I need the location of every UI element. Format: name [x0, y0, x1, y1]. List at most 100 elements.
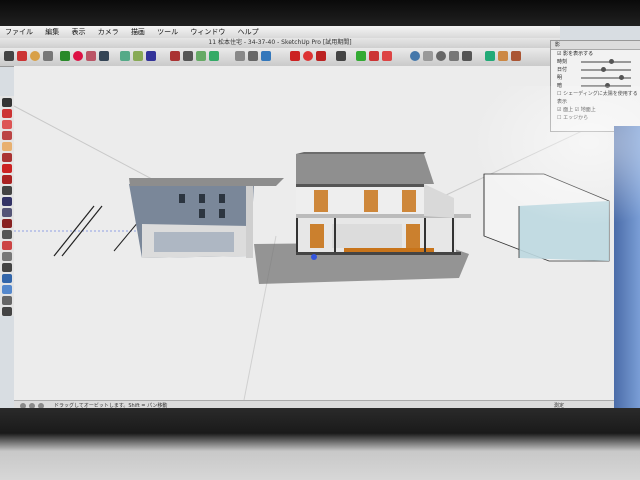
- circle-icon[interactable]: [2, 131, 12, 140]
- show-shadows-label: 影を表示する: [563, 51, 594, 57]
- scale-tool-icon[interactable]: [316, 51, 326, 61]
- light-slider-knob[interactable]: [619, 75, 624, 80]
- paint-icon[interactable]: [2, 153, 12, 162]
- text-left-icon[interactable]: [2, 263, 12, 272]
- axes-tool-icon[interactable]: [369, 51, 379, 61]
- add-location-icon[interactable]: [485, 51, 495, 61]
- dark-label: 暗: [557, 83, 563, 89]
- front-view-icon[interactable]: [196, 51, 206, 61]
- paint-bucket-icon[interactable]: [43, 51, 53, 61]
- circle-tool-icon[interactable]: [73, 51, 83, 61]
- pencil-tool-icon[interactable]: [17, 51, 27, 61]
- display-options-row[interactable]: ☑ 面上 ☑ 地面上: [551, 106, 640, 114]
- zoom-left-icon[interactable]: [2, 296, 12, 305]
- move-tool-icon[interactable]: [290, 51, 300, 61]
- menu-window[interactable]: ウィンドウ: [190, 26, 225, 38]
- display-row: 表示: [551, 98, 640, 106]
- select-tool-icon[interactable]: [4, 51, 14, 61]
- offset-left-icon[interactable]: [2, 219, 12, 228]
- time-slider-knob[interactable]: [609, 59, 614, 64]
- display-label: 表示: [557, 99, 568, 105]
- rectangle-icon[interactable]: [2, 120, 12, 129]
- line-tool-icon[interactable]: [2, 109, 12, 118]
- origin-marker: [311, 254, 317, 260]
- date-slider[interactable]: [581, 67, 631, 72]
- protractor-icon[interactable]: [382, 51, 392, 61]
- window-title: 11 松本住宅 - 34-37-40 - SketchUp Pro [試用期間]: [0, 38, 560, 48]
- dark-slider-knob[interactable]: [605, 83, 610, 88]
- pan-left-icon[interactable]: [2, 285, 12, 294]
- rectangle-tool-icon[interactable]: [60, 51, 70, 61]
- scale-left-icon[interactable]: [2, 208, 12, 217]
- text-tool-icon[interactable]: [356, 51, 366, 61]
- dimension-icon[interactable]: [2, 241, 12, 250]
- eraser-tool-icon[interactable]: [30, 51, 40, 61]
- apple-logo-icon: [290, 452, 316, 480]
- modeling-viewport[interactable]: [13, 66, 615, 401]
- arc-tool-icon[interactable]: [86, 51, 96, 61]
- scene-canvas: [13, 66, 615, 401]
- monitor-bezel-top: [0, 0, 640, 28]
- eraser-icon[interactable]: [2, 142, 12, 151]
- light-slider[interactable]: [581, 75, 631, 80]
- pan-tool-icon[interactable]: [423, 51, 433, 61]
- dark-row[interactable]: 暗: [551, 82, 640, 90]
- polygon-tool-icon[interactable]: [99, 51, 109, 61]
- shaded-icon[interactable]: [261, 51, 271, 61]
- follow-me-icon[interactable]: [2, 197, 12, 206]
- orbit-left-icon[interactable]: [2, 274, 12, 283]
- right-view-icon[interactable]: [209, 51, 219, 61]
- menu-view[interactable]: 表示: [71, 26, 85, 38]
- main-toolbar: [0, 48, 560, 67]
- time-slider[interactable]: [581, 59, 631, 64]
- menu-draw[interactable]: 描画: [131, 26, 145, 38]
- date-slider-knob[interactable]: [601, 67, 606, 72]
- zoom-tool-icon[interactable]: [436, 51, 446, 61]
- component-tool-icon[interactable]: [120, 51, 130, 61]
- menu-file[interactable]: ファイル: [5, 26, 33, 38]
- tape-measure-icon[interactable]: [336, 51, 346, 61]
- wireframe-icon[interactable]: [235, 51, 245, 61]
- warehouse-icon[interactable]: [498, 51, 508, 61]
- sun-shading-row[interactable]: ☐ シェーディングに太陽を使用する: [551, 90, 640, 98]
- menu-tools[interactable]: ツール: [157, 26, 178, 38]
- iso-view-icon[interactable]: [170, 51, 180, 61]
- select-arrow-icon[interactable]: [2, 98, 12, 107]
- monitor-bezel-bottom: [0, 408, 640, 480]
- from-edges-row[interactable]: ☐ エッジから: [551, 114, 640, 122]
- on-ground-label: 地面上: [580, 107, 596, 113]
- rotate-tool-icon[interactable]: [303, 51, 313, 61]
- light-label: 明: [557, 75, 563, 81]
- menu-camera[interactable]: カメラ: [98, 26, 119, 38]
- show-shadows-row[interactable]: ☑ 影を表示する: [551, 50, 640, 58]
- offset-tool-icon[interactable]: [146, 51, 156, 61]
- light-row[interactable]: 明: [551, 74, 640, 82]
- protractor-left-icon[interactable]: [2, 252, 12, 261]
- zoom-window-icon[interactable]: [449, 51, 459, 61]
- tray-title: 影: [551, 41, 640, 50]
- push-pull-left-icon[interactable]: [2, 164, 12, 173]
- top-view-icon[interactable]: [183, 51, 193, 61]
- zoom-extents-icon[interactable]: [462, 51, 472, 61]
- menu-help[interactable]: ヘルプ: [238, 26, 259, 38]
- date-row[interactable]: 日付: [551, 66, 640, 74]
- menu-edit[interactable]: 編集: [45, 26, 59, 38]
- time-row[interactable]: 時刻: [551, 58, 640, 66]
- hidden-line-icon[interactable]: [248, 51, 258, 61]
- screen: ファイル 編集 表示 カメラ 描画 ツール ウィンドウ ヘルプ 11 松本住宅 …: [0, 26, 640, 412]
- rotate-left-icon[interactable]: [2, 186, 12, 195]
- move-left-icon[interactable]: [2, 175, 12, 184]
- walk-icon[interactable]: [2, 307, 12, 316]
- date-label: 日付: [557, 67, 568, 73]
- orbit-tool-icon[interactable]: [410, 51, 420, 61]
- time-label: 時刻: [557, 59, 568, 65]
- desktop-background: [614, 126, 640, 412]
- on-faces-label: 面上: [563, 107, 574, 113]
- left-tool-palette: [0, 96, 15, 316]
- dark-slider[interactable]: [581, 83, 631, 88]
- extension-icon[interactable]: [511, 51, 521, 61]
- push-pull-icon[interactable]: [133, 51, 143, 61]
- shadow-settings-tray: 影 ☑ 影を表示する 時刻 日付 明 暗 ☐ シェーディングに太陽を使用する 表…: [550, 40, 640, 132]
- sun-shading-label: シェーディングに太陽を使用する: [563, 91, 638, 97]
- tape-left-icon[interactable]: [2, 230, 12, 239]
